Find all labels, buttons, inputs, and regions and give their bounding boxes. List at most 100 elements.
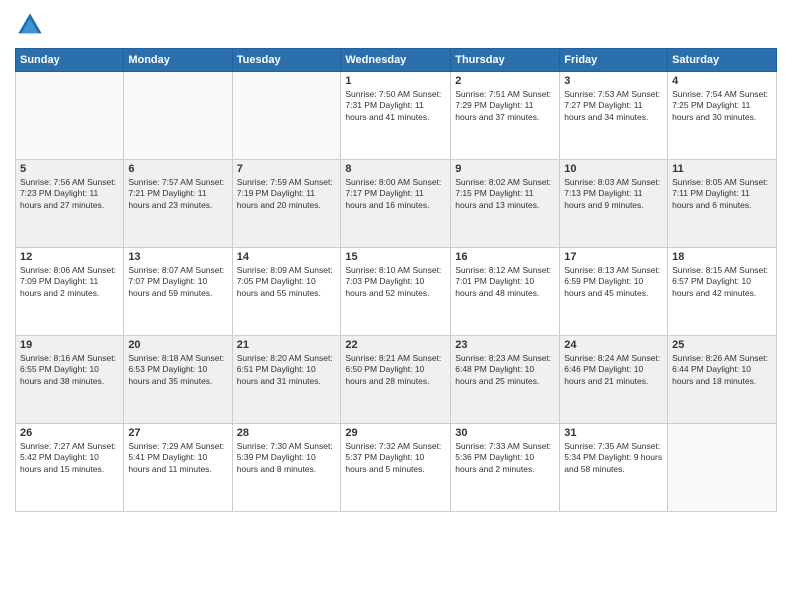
calendar-cell: 4Sunrise: 7:54 AM Sunset: 7:25 PM Daylig… (668, 72, 777, 160)
day-info: Sunrise: 8:02 AM Sunset: 7:15 PM Dayligh… (455, 177, 555, 211)
calendar-cell: 15Sunrise: 8:10 AM Sunset: 7:03 PM Dayli… (341, 248, 451, 336)
calendar-cell: 18 Sunrise: 8:15 AM Sunset: 6:57 PM Dayli… (668, 248, 777, 336)
header (15, 10, 777, 40)
day-number: 18 (672, 251, 772, 263)
calendar-cell: 23 Sunrise: 8:23 AM Sunset: 6:48 PM Dayli… (451, 336, 560, 424)
day-info: Sunrise: 8:13 AM Sunset: 6:59 PM Dayligh… (564, 265, 663, 299)
day-number: 13 (128, 251, 227, 263)
day-number: 9 (455, 163, 555, 175)
day-info: Sunrise: 8:24 AM Sunset: 6:46 PM Dayligh… (564, 353, 663, 387)
calendar-cell: 30 Sunrise: 7:33 AM Sunset: 5:36 PM Dayli… (451, 424, 560, 512)
day-number: 11 (672, 163, 772, 175)
day-number: 10 (564, 163, 663, 175)
calendar-cell (668, 424, 777, 512)
day-number: 30 (455, 427, 555, 439)
calendar-cell: 9 Sunrise: 8:02 AM Sunset: 7:15 PM Daylig… (451, 160, 560, 248)
page: SundayMondayTuesdayWednesdayThursdayFrid… (0, 0, 792, 612)
calendar-cell: 7 Sunrise: 7:59 AM Sunset: 7:19 PM Daylig… (232, 160, 341, 248)
day-info: Sunrise: 8:09 AM Sunset: 7:05 PM Dayligh… (237, 265, 337, 299)
day-number: 26 (20, 427, 119, 439)
calendar-cell: 21Sunrise: 8:20 AM Sunset: 6:51 PM Dayli… (232, 336, 341, 424)
logo (15, 10, 49, 40)
calendar-cell: 11 Sunrise: 8:05 AM Sunset: 7:11 PM Dayli… (668, 160, 777, 248)
day-info: Sunrise: 7:30 AM Sunset: 5:39 PM Dayligh… (237, 441, 337, 475)
calendar-cell: 3Sunrise: 7:53 AM Sunset: 7:27 PM Daylig… (560, 72, 668, 160)
day-number: 29 (345, 427, 446, 439)
day-info: Sunrise: 8:05 AM Sunset: 7:11 PM Dayligh… (672, 177, 772, 211)
day-info: Sunrise: 8:00 AM Sunset: 7:17 PM Dayligh… (345, 177, 446, 211)
calendar-cell: 25 Sunrise: 8:26 AM Sunset: 6:44 PM Dayli… (668, 336, 777, 424)
day-number: 5 (20, 163, 119, 175)
week-row-1: 1Sunrise: 7:50 AM Sunset: 7:31 PM Daylig… (16, 72, 777, 160)
day-number: 19 (20, 339, 119, 351)
week-row-3: 12 Sunrise: 8:06 AM Sunset: 7:09 PM Dayli… (16, 248, 777, 336)
day-info: Sunrise: 8:12 AM Sunset: 7:01 PM Dayligh… (455, 265, 555, 299)
day-number: 20 (128, 339, 227, 351)
day-info: Sunrise: 8:06 AM Sunset: 7:09 PM Dayligh… (20, 265, 119, 299)
calendar-cell: 14 Sunrise: 8:09 AM Sunset: 7:05 PM Dayli… (232, 248, 341, 336)
calendar-cell: 17 Sunrise: 8:13 AM Sunset: 6:59 PM Dayli… (560, 248, 668, 336)
weekday-header-monday: Monday (124, 49, 232, 72)
calendar-cell: 1Sunrise: 7:50 AM Sunset: 7:31 PM Daylig… (341, 72, 451, 160)
day-number: 14 (237, 251, 337, 263)
day-info: Sunrise: 7:51 AM Sunset: 7:29 PM Dayligh… (455, 89, 555, 123)
day-info: Sunrise: 7:59 AM Sunset: 7:19 PM Dayligh… (237, 177, 337, 211)
calendar-cell: 28Sunrise: 7:30 AM Sunset: 5:39 PM Dayli… (232, 424, 341, 512)
calendar-cell: 26 Sunrise: 7:27 AM Sunset: 5:42 PM Dayli… (16, 424, 124, 512)
calendar-cell: 31 Sunrise: 7:35 AM Sunset: 5:34 PM Dayli… (560, 424, 668, 512)
day-info: Sunrise: 7:33 AM Sunset: 5:36 PM Dayligh… (455, 441, 555, 475)
day-number: 7 (237, 163, 337, 175)
day-number: 17 (564, 251, 663, 263)
calendar-cell: 6Sunrise: 7:57 AM Sunset: 7:21 PM Daylig… (124, 160, 232, 248)
day-info: Sunrise: 8:21 AM Sunset: 6:50 PM Dayligh… (345, 353, 446, 387)
day-info: Sunrise: 8:03 AM Sunset: 7:13 PM Dayligh… (564, 177, 663, 211)
calendar-cell: 22 Sunrise: 8:21 AM Sunset: 6:50 PM Dayli… (341, 336, 451, 424)
calendar-cell: 24 Sunrise: 8:24 AM Sunset: 6:46 PM Dayli… (560, 336, 668, 424)
weekday-header-friday: Friday (560, 49, 668, 72)
weekday-header-tuesday: Tuesday (232, 49, 341, 72)
week-row-5: 26 Sunrise: 7:27 AM Sunset: 5:42 PM Dayli… (16, 424, 777, 512)
week-row-2: 5Sunrise: 7:56 AM Sunset: 7:23 PM Daylig… (16, 160, 777, 248)
calendar-cell (124, 72, 232, 160)
day-number: 27 (128, 427, 227, 439)
day-info: Sunrise: 7:27 AM Sunset: 5:42 PM Dayligh… (20, 441, 119, 475)
day-info: Sunrise: 8:16 AM Sunset: 6:55 PM Dayligh… (20, 353, 119, 387)
logo-icon (15, 10, 45, 40)
day-number: 31 (564, 427, 663, 439)
day-info: Sunrise: 7:32 AM Sunset: 5:37 PM Dayligh… (345, 441, 446, 475)
day-info: Sunrise: 8:10 AM Sunset: 7:03 PM Dayligh… (345, 265, 446, 299)
day-number: 25 (672, 339, 772, 351)
day-number: 24 (564, 339, 663, 351)
calendar-cell: 8 Sunrise: 8:00 AM Sunset: 7:17 PM Daylig… (341, 160, 451, 248)
day-number: 12 (20, 251, 119, 263)
weekday-header-sunday: Sunday (16, 49, 124, 72)
day-info: Sunrise: 8:26 AM Sunset: 6:44 PM Dayligh… (672, 353, 772, 387)
calendar-cell: 29 Sunrise: 7:32 AM Sunset: 5:37 PM Dayli… (341, 424, 451, 512)
day-number: 16 (455, 251, 555, 263)
day-number: 3 (564, 75, 663, 87)
weekday-header-wednesday: Wednesday (341, 49, 451, 72)
day-number: 23 (455, 339, 555, 351)
calendar-cell: 5Sunrise: 7:56 AM Sunset: 7:23 PM Daylig… (16, 160, 124, 248)
day-number: 1 (345, 75, 446, 87)
weekday-header-row: SundayMondayTuesdayWednesdayThursdayFrid… (16, 49, 777, 72)
day-number: 22 (345, 339, 446, 351)
calendar-cell: 13 Sunrise: 8:07 AM Sunset: 7:07 PM Dayli… (124, 248, 232, 336)
day-info: Sunrise: 7:57 AM Sunset: 7:21 PM Dayligh… (128, 177, 227, 211)
day-number: 21 (237, 339, 337, 351)
day-info: Sunrise: 8:23 AM Sunset: 6:48 PM Dayligh… (455, 353, 555, 387)
week-row-4: 19 Sunrise: 8:16 AM Sunset: 6:55 PM Dayli… (16, 336, 777, 424)
weekday-header-saturday: Saturday (668, 49, 777, 72)
day-info: Sunrise: 7:29 AM Sunset: 5:41 PM Dayligh… (128, 441, 227, 475)
day-info: Sunrise: 8:07 AM Sunset: 7:07 PM Dayligh… (128, 265, 227, 299)
day-info: Sunrise: 8:18 AM Sunset: 6:53 PM Dayligh… (128, 353, 227, 387)
calendar-cell: 12 Sunrise: 8:06 AM Sunset: 7:09 PM Dayli… (16, 248, 124, 336)
calendar-cell (16, 72, 124, 160)
calendar-cell: 2Sunrise: 7:51 AM Sunset: 7:29 PM Daylig… (451, 72, 560, 160)
day-number: 8 (345, 163, 446, 175)
day-info: Sunrise: 7:35 AM Sunset: 5:34 PM Dayligh… (564, 441, 663, 475)
calendar: SundayMondayTuesdayWednesdayThursdayFrid… (15, 48, 777, 512)
weekday-header-thursday: Thursday (451, 49, 560, 72)
day-info: Sunrise: 7:54 AM Sunset: 7:25 PM Dayligh… (672, 89, 772, 123)
day-info: Sunrise: 8:15 AM Sunset: 6:57 PM Dayligh… (672, 265, 772, 299)
